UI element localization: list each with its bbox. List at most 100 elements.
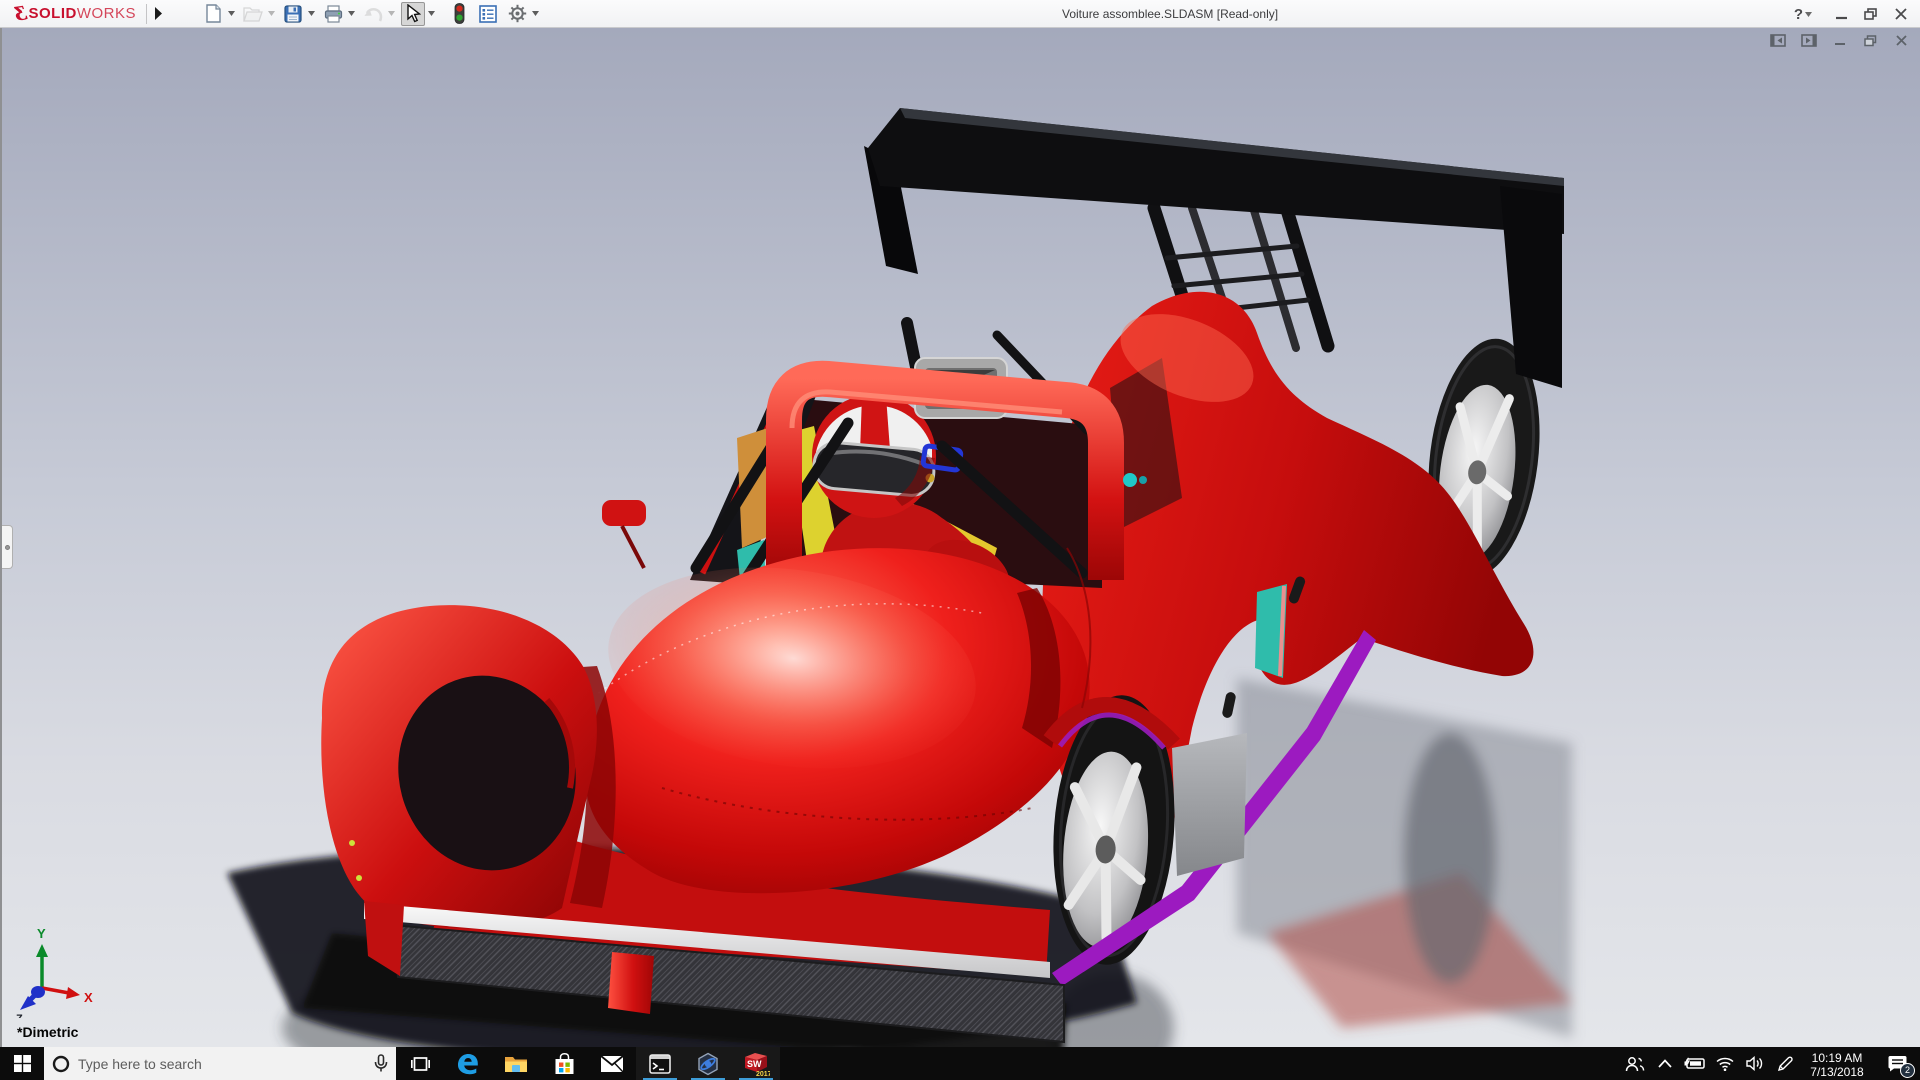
pane-back-button[interactable] [1769, 33, 1786, 48]
rocker-panel [1172, 733, 1247, 876]
pen-icon [1777, 1056, 1793, 1071]
mixed-reality-viewer-button[interactable] [684, 1047, 732, 1080]
print-icon [324, 4, 342, 23]
restore-button[interactable] [1860, 3, 1882, 25]
doc-close-button[interactable] [1893, 33, 1910, 48]
left-front-fender[interactable] [321, 500, 646, 929]
settings-button[interactable] [505, 2, 529, 26]
splitter-dot-icon [4, 544, 10, 550]
standard-toolbar [201, 1, 544, 26]
sw-year: 2017 [756, 1071, 770, 1077]
new-document-dropdown[interactable] [226, 2, 236, 26]
solidworks-2017-button[interactable]: SW 2017 [732, 1047, 780, 1080]
mail-icon [600, 1054, 624, 1072]
rebuild-button[interactable] [447, 2, 471, 26]
microsoft-store-button[interactable] [540, 1047, 588, 1080]
open-dropdown[interactable] [266, 2, 276, 26]
notification-badge: 2 [1900, 1063, 1915, 1078]
people-button[interactable] [1620, 1047, 1650, 1080]
open-button[interactable] [241, 2, 265, 26]
start-button[interactable] [0, 1047, 44, 1080]
new-document-button[interactable] [201, 2, 225, 26]
select-dropdown[interactable] [426, 2, 436, 26]
undo-arrow-icon [364, 7, 383, 22]
save-dropdown[interactable] [306, 2, 316, 26]
window-controls: ? [1794, 0, 1912, 28]
minimize-button[interactable] [1830, 3, 1852, 25]
pen-button[interactable] [1770, 1047, 1800, 1080]
undo-button[interactable] [361, 2, 385, 26]
speaker-icon [1746, 1056, 1763, 1071]
open-folder-icon [243, 6, 263, 22]
print-dropdown[interactable] [346, 2, 356, 26]
task-view-icon [410, 1056, 430, 1071]
task-view-button[interactable] [396, 1047, 444, 1080]
solidworks-logo: Ʒ SOLID WORKS [0, 0, 144, 28]
taskbar-clock[interactable]: 10:19 AM 7/13/2018 [1800, 1049, 1874, 1079]
windows-logo-icon [13, 1055, 31, 1072]
doc-restore-button[interactable] [1862, 33, 1879, 48]
command-prompt-icon [649, 1053, 671, 1074]
settings-dropdown[interactable] [530, 2, 540, 26]
action-center-button[interactable]: 2 [1874, 1047, 1920, 1080]
dassault-systemes-mark-icon: Ʒ [12, 1, 28, 26]
help-dropdown[interactable] [1805, 11, 1812, 17]
triad-x-label: X [84, 990, 93, 1005]
toolbar-separator [146, 3, 147, 24]
triad-y-label: Y [37, 926, 46, 941]
properties-list-icon [479, 4, 497, 23]
microphone-icon[interactable] [374, 1054, 388, 1073]
cortana-icon [52, 1055, 70, 1072]
store-icon [555, 1052, 573, 1074]
save-button[interactable] [281, 2, 305, 26]
system-tray: 10:19 AM 7/13/2018 2 [1620, 1047, 1920, 1080]
file-explorer-icon [505, 1056, 527, 1072]
solidworks-window: Ʒ SOLID WORKS Voiture assomblee.SLDASM [… [0, 0, 1920, 1080]
graphics-area[interactable]: Y X Z *Dimetric [0, 28, 1920, 1047]
undo-dropdown[interactable] [386, 2, 396, 26]
doc-minimize-button[interactable] [1831, 33, 1848, 48]
search-input[interactable] [78, 1055, 366, 1072]
brand-solid: SOLID [28, 5, 77, 22]
battery-charging-icon [1684, 1057, 1705, 1069]
title-bar: Ʒ SOLID WORKS Voiture assomblee.SLDASM [… [0, 0, 1920, 28]
edge-button[interactable] [444, 1047, 492, 1080]
menu-flyout-button[interactable] [149, 2, 167, 26]
gear-icon [508, 4, 526, 23]
edge-icon [458, 1053, 478, 1074]
pane-forward-button[interactable] [1800, 33, 1817, 48]
network-button[interactable] [1710, 1047, 1740, 1080]
battery-button[interactable] [1680, 1047, 1710, 1080]
taskbar-search[interactable] [44, 1047, 396, 1080]
windows-taskbar: SW 2017 [0, 1047, 1920, 1080]
command-prompt-button[interactable] [636, 1047, 684, 1080]
document-window-controls [1769, 33, 1910, 48]
triad-z-label: Z [16, 1013, 23, 1018]
traffic-light-icon [454, 3, 464, 24]
mail-button[interactable] [588, 1047, 636, 1080]
tray-overflow-button[interactable] [1650, 1047, 1680, 1080]
3d-viewer-icon [698, 1052, 718, 1075]
save-floppy-icon [284, 4, 302, 23]
print-button[interactable] [321, 2, 345, 26]
window-title: Voiture assomblee.SLDASM [Read-only] [1062, 7, 1279, 21]
new-document-icon [205, 4, 221, 23]
view-orientation-label: *Dimetric [17, 1024, 79, 1040]
flyout-arrow-icon [154, 7, 162, 20]
clock-time: 10:19 AM [1811, 1050, 1863, 1065]
panel-splitter-tab[interactable] [2, 525, 13, 569]
wifi-icon [1716, 1057, 1734, 1071]
sw-label: SW [747, 1059, 762, 1069]
select-cursor-icon [406, 4, 421, 23]
select-button[interactable] [401, 1, 425, 26]
volume-button[interactable] [1740, 1047, 1770, 1080]
solidworks-2017-icon: SW 2017 [745, 1052, 770, 1077]
side-mirror[interactable] [602, 500, 646, 526]
3d-model-scene[interactable] [2, 28, 1920, 1047]
options-list-button[interactable] [476, 2, 500, 26]
chevron-up-icon [1658, 1059, 1672, 1068]
file-explorer-button[interactable] [492, 1047, 540, 1080]
people-icon [1625, 1056, 1645, 1071]
close-button[interactable] [1890, 3, 1912, 25]
help-button[interactable]: ? [1794, 6, 1803, 23]
